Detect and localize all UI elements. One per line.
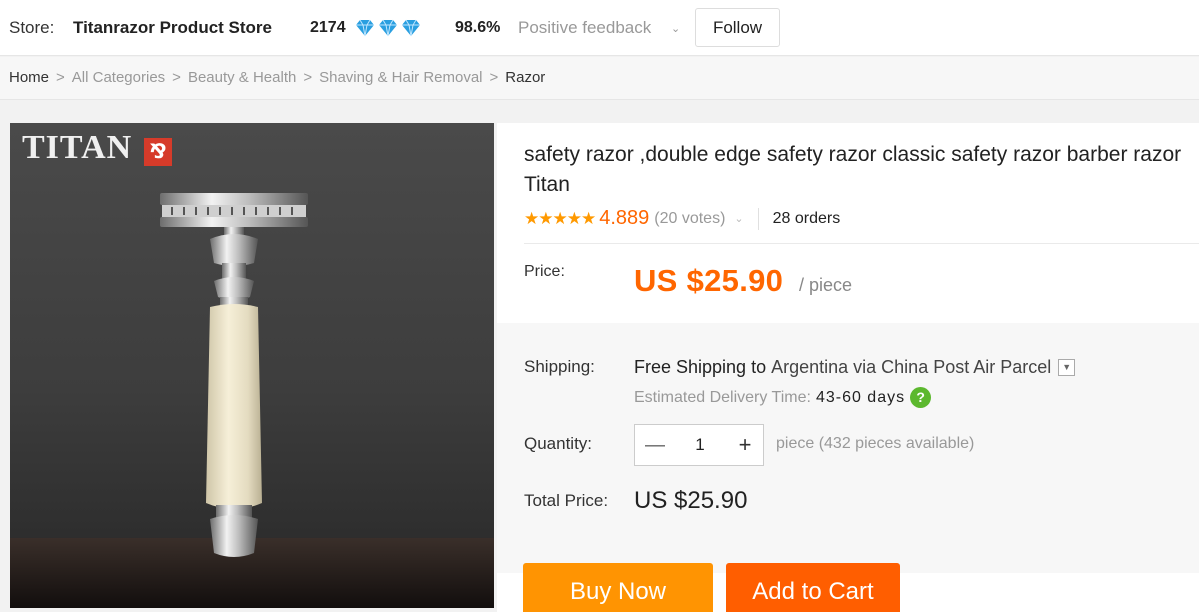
question-icon[interactable]: ? xyxy=(910,387,932,408)
purchase-options: Shipping: Free Shipping to Argentina via… xyxy=(497,323,1199,573)
breadcrumb-separator: > xyxy=(172,69,181,86)
product-info: safety razor ,double edge safety razor c… xyxy=(497,123,1199,612)
total-price-label: Total Price: xyxy=(524,491,609,510)
store-name-link[interactable]: Titanrazor Product Store xyxy=(73,18,272,38)
store-header: Store: Titanrazor Product Store 2174 98.… xyxy=(0,0,1199,56)
diamond-icon xyxy=(356,19,374,37)
breadcrumb-current: Razor xyxy=(505,69,546,86)
price-value: US $25.90 xyxy=(634,263,784,298)
breadcrumb: Home > All Categories > Beauty & Health … xyxy=(0,57,1199,100)
rating-value: 4.889 xyxy=(599,207,650,229)
shipping-label: Shipping: xyxy=(524,357,595,376)
price-unit: / piece xyxy=(799,275,853,295)
feedback-dropdown[interactable]: Positive feedback xyxy=(518,18,651,38)
breadcrumb-home[interactable]: Home xyxy=(9,69,49,86)
breadcrumb-shaving[interactable]: Shaving & Hair Removal xyxy=(319,69,482,86)
decrease-button[interactable]: — xyxy=(635,425,675,465)
votes-dropdown[interactable]: (20 votes) xyxy=(654,210,725,228)
divider xyxy=(524,243,1199,244)
store-rank-gems xyxy=(354,19,422,37)
eta-label: Estimated Delivery Time: xyxy=(634,388,811,406)
quantity-stepper: — 1 + xyxy=(634,424,764,466)
store-score: 2174 xyxy=(310,19,346,36)
feedback-percent: 98.6% xyxy=(455,19,501,36)
orders-count: 28 orders xyxy=(772,209,841,227)
price-label: Price: xyxy=(524,263,565,280)
breadcrumb-separator: > xyxy=(303,69,313,86)
quantity-input[interactable]: 1 xyxy=(675,425,725,465)
razor-illustration xyxy=(10,193,494,608)
breadcrumb-separator: > xyxy=(489,69,499,86)
product-image[interactable]: TITAN ⅋ xyxy=(10,123,494,608)
diamond-icon xyxy=(402,19,420,37)
eta-days: 43-60 days xyxy=(815,388,906,406)
free-shipping-text: Free Shipping to xyxy=(634,357,767,377)
buy-now-button[interactable]: Buy Now xyxy=(523,563,713,612)
delivery-estimate: Estimated Delivery Time: 43-60 days ? xyxy=(634,387,932,408)
add-to-cart-button[interactable]: Add to Cart xyxy=(726,563,900,612)
rating-row: ★★★★★ 4.889 (20 votes) ⌄ 28 orders xyxy=(524,207,840,230)
shipping-destination: Argentina via China Post Air Parcel xyxy=(771,357,1052,377)
breadcrumb-beauty-health[interactable]: Beauty & Health xyxy=(188,69,296,86)
increase-button[interactable]: + xyxy=(725,425,765,465)
star-rating-icon: ★★★★★ xyxy=(524,208,596,228)
breadcrumb-all-categories[interactable]: All Categories xyxy=(72,69,165,86)
diamond-icon xyxy=(379,19,397,37)
follow-button[interactable]: Follow xyxy=(695,8,780,47)
store-label: Store: xyxy=(9,18,55,37)
total-price-value: US $25.90 xyxy=(634,487,748,514)
quantity-available: piece (432 pieces available) xyxy=(776,435,975,452)
product-title: safety razor ,double edge safety razor c… xyxy=(524,143,1182,196)
shipping-select-chevron-icon[interactable]: ▼ xyxy=(1058,359,1076,376)
shipping-method: Free Shipping to Argentina via China Pos… xyxy=(634,357,1076,378)
chevron-down-icon[interactable]: ⌄ xyxy=(671,22,680,35)
breadcrumb-separator: > xyxy=(56,69,65,86)
chevron-down-icon[interactable]: ⌄ xyxy=(734,212,743,225)
divider xyxy=(757,207,759,230)
quantity-label: Quantity: xyxy=(524,434,593,453)
